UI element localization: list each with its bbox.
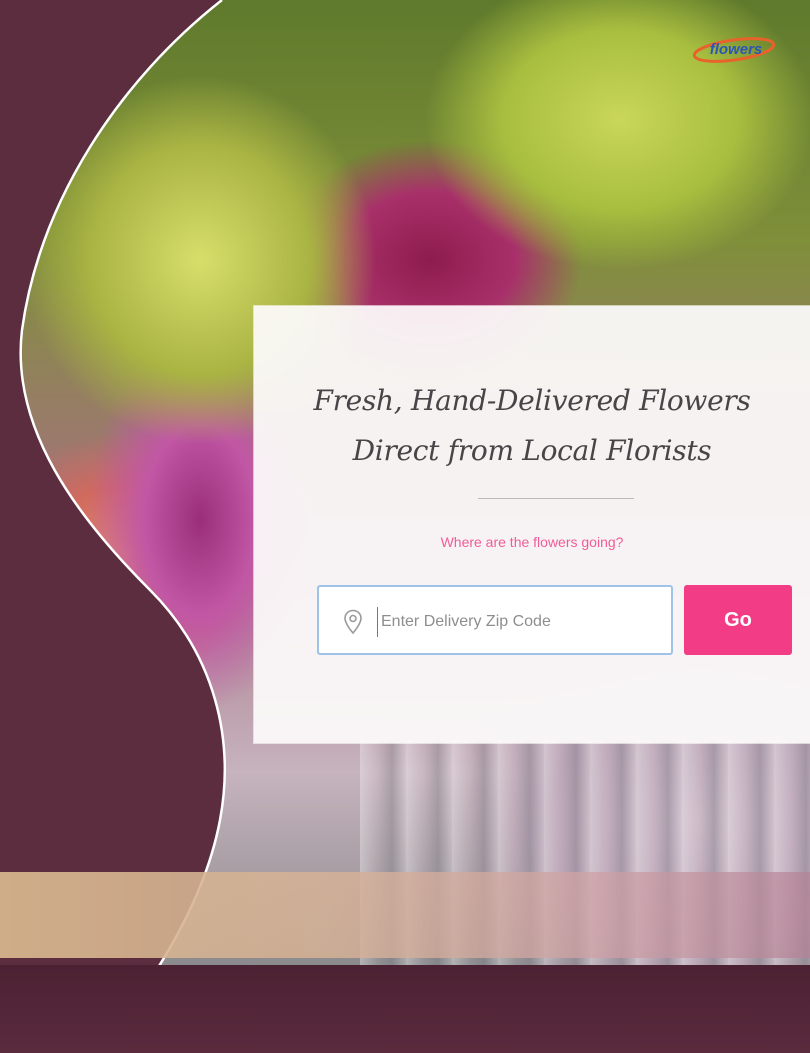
bottom-maroon-band bbox=[0, 965, 810, 1053]
go-button[interactable]: Go bbox=[684, 585, 792, 655]
headline-line-1: Fresh, Hand-Delivered Flowers bbox=[313, 384, 751, 417]
zip-code-input[interactable] bbox=[377, 607, 663, 637]
delivery-question: Where are the flowers going? bbox=[440, 534, 624, 550]
headline-line-2: Direct from Local Florists bbox=[352, 434, 712, 467]
brand-logo: flowers bbox=[692, 37, 776, 63]
svg-text:flowers: flowers bbox=[710, 41, 763, 58]
search-card: Fresh, Hand-Delivered Flowers Direct fro… bbox=[254, 306, 810, 743]
slide-stage: flowers Fresh, Hand-Delivered Flowers Di… bbox=[0, 0, 810, 1053]
tan-accent-stripe bbox=[0, 872, 810, 958]
zip-code-field[interactable] bbox=[317, 585, 673, 655]
hero-headline: Fresh, Hand-Delivered Flowers Direct fro… bbox=[254, 376, 810, 476]
headline-divider bbox=[478, 498, 634, 499]
location-pin-icon bbox=[344, 609, 362, 635]
